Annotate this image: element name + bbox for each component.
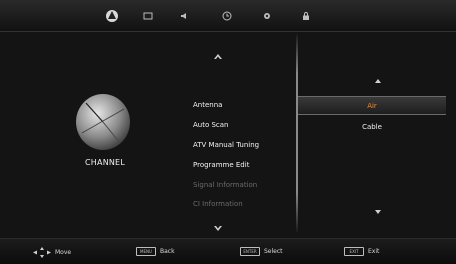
menu-item-ci-information: CI Information xyxy=(193,200,243,208)
hint-back-label: Back xyxy=(160,248,175,255)
tv-menu-screen: CHANNEL Antenna Auto Scan ATV Manual Tun… xyxy=(0,0,456,264)
hint-back: MENU Back xyxy=(136,247,175,256)
dpad-icon xyxy=(33,247,51,258)
scroll-up-arrow-icon[interactable] xyxy=(213,45,223,59)
hint-exit: EXIT Exit xyxy=(344,247,379,256)
submenu-option-air[interactable]: Air xyxy=(298,96,446,115)
picture-icon[interactable] xyxy=(140,8,156,24)
hint-move-label: Move xyxy=(55,249,72,256)
hint-exit-label: Exit xyxy=(368,248,380,255)
menu-item-signal-information: Signal Information xyxy=(193,181,258,189)
hint-select-label: Select xyxy=(264,248,283,255)
menu-item-atv-manual-tuning[interactable]: ATV Manual Tuning xyxy=(193,141,259,149)
submenu-option-label: Air xyxy=(367,101,377,110)
menu-item-programme-edit[interactable]: Programme Edit xyxy=(193,161,249,169)
enter-key-icon: ENTER xyxy=(240,247,260,256)
panel-divider xyxy=(296,34,298,232)
menu-item-auto-scan[interactable]: Auto Scan xyxy=(193,121,229,129)
help-bar: Move MENU Back ENTER Select EXIT Exit xyxy=(0,238,456,264)
time-icon[interactable] xyxy=(219,8,235,24)
section-title: CHANNEL xyxy=(85,158,125,167)
menu-key-icon: MENU xyxy=(136,247,156,256)
hint-move: Move xyxy=(33,247,71,258)
exit-key-icon: EXIT xyxy=(344,247,364,256)
setup-icon[interactable] xyxy=(259,8,275,24)
lock-icon[interactable] xyxy=(298,8,314,24)
top-menu-bar xyxy=(0,0,456,32)
submenu-up-arrow-icon[interactable] xyxy=(375,69,381,83)
scroll-down-arrow-icon[interactable] xyxy=(213,218,223,231)
channel-icon[interactable] xyxy=(104,8,120,24)
satellite-dish-icon xyxy=(72,91,134,153)
hint-select: ENTER Select xyxy=(240,247,283,256)
submenu-down-arrow-icon[interactable] xyxy=(375,200,381,214)
menu-item-antenna[interactable]: Antenna xyxy=(193,101,222,109)
sound-icon[interactable] xyxy=(176,8,192,24)
submenu-option-cable[interactable]: Cable xyxy=(298,123,446,131)
